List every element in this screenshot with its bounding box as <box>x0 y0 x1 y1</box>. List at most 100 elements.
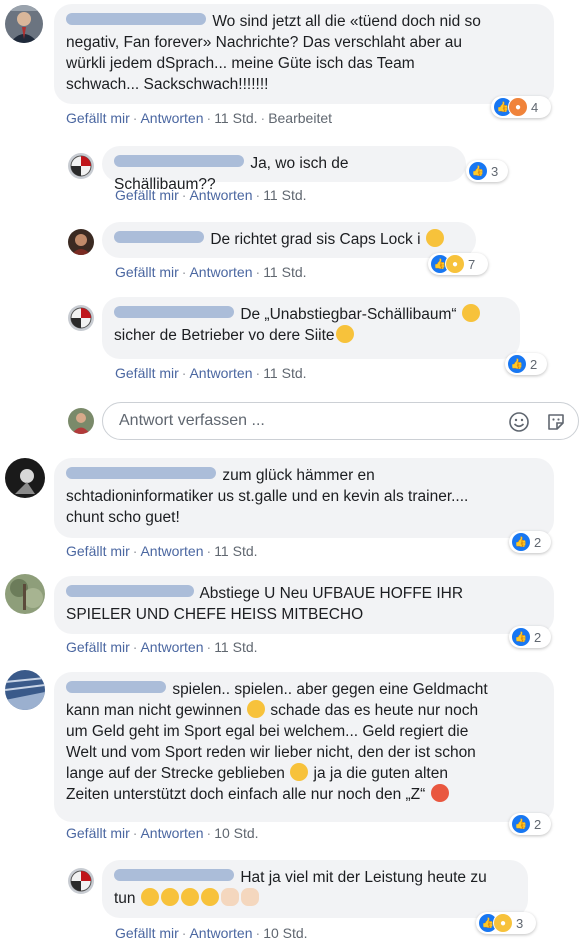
reaction-count: 2 <box>534 816 542 832</box>
like-button[interactable]: Gefällt mir <box>66 825 130 841</box>
reply-button[interactable]: Antworten <box>140 825 203 841</box>
timestamp[interactable]: 10 Std. <box>263 925 307 941</box>
reply-bubble: De „Unabstiegbar-Schällibaum“ sicher de … <box>102 297 520 359</box>
comment-bubble: Wo sind jetzt all die «tüend doch nid so… <box>54 4 554 104</box>
comment-actions: Gefällt mir · Antworten · 11 Std. · Bearbeitet <box>66 110 333 126</box>
comment-text: schtadioninformatiker us st.galle und en… <box>66 488 469 505</box>
grinning-emoji-icon <box>180 888 199 906</box>
author-name[interactable] <box>66 585 194 597</box>
avatar[interactable] <box>5 670 45 710</box>
haha-reaction-icon: ● <box>445 254 465 274</box>
reply-button[interactable]: Antworten <box>189 264 252 280</box>
timestamp[interactable]: 11 Std. <box>263 365 306 381</box>
avatar <box>68 408 94 434</box>
reaction-summary[interactable]: 👍 2 <box>509 626 551 648</box>
avatar[interactable] <box>68 305 94 331</box>
comment-text: tun <box>114 890 136 907</box>
reply-button[interactable]: Antworten <box>189 365 252 381</box>
reaction-count: 2 <box>530 356 538 372</box>
author-name[interactable] <box>114 306 234 318</box>
edited-label[interactable]: Bearbeitet <box>268 110 332 126</box>
clapping-hands-emoji-icon <box>220 888 239 906</box>
haha-reaction-icon: ● <box>493 913 513 933</box>
like-button[interactable]: Gefällt mir <box>66 639 130 655</box>
reaction-count: 4 <box>531 99 539 115</box>
author-name[interactable] <box>114 155 244 167</box>
comment-text: kann man nicht gewinnen <box>66 702 242 719</box>
comment-text: um Geld geht im Sport egal bei welchem..… <box>66 723 469 740</box>
like-button[interactable]: Gefällt mir <box>66 110 130 126</box>
comment-actions: Gefällt mir · Antworten · 10 Std. <box>115 925 308 941</box>
comment-text: würkli jedem dSprach... meine Güte isch … <box>66 55 415 72</box>
crying-laughing-emoji-icon <box>140 888 159 906</box>
reaction-summary[interactable]: 👍 2 <box>505 353 547 375</box>
comment-text: negativ, Fan forever» Nachrichte? Das ve… <box>66 34 463 51</box>
reply-button[interactable]: Antworten <box>189 187 252 203</box>
comment-actions: Gefällt mir · Antworten · 11 Std. <box>115 187 307 203</box>
comment-text: schade das es heute nur noch <box>270 702 479 719</box>
crying-emoji-icon <box>290 763 309 781</box>
timestamp[interactable]: 11 Std. <box>214 110 257 126</box>
angry-emoji-icon <box>430 784 449 802</box>
author-name[interactable] <box>66 467 216 479</box>
reaction-count: 3 <box>516 915 524 931</box>
reaction-count: 2 <box>534 534 542 550</box>
timestamp[interactable]: 11 Std. <box>263 264 306 280</box>
comment-text: spielen.. spielen.. aber gegen eine Geld… <box>172 681 488 698</box>
comment-text: sicher de Betrieber vo dere Siite <box>114 327 335 344</box>
author-name[interactable] <box>114 231 204 243</box>
like-button[interactable]: Gefällt mir <box>66 543 130 559</box>
reply-bubble: De richtet grad sis Caps Lock i <box>102 222 476 258</box>
reaction-summary[interactable]: 👍 2 <box>509 531 551 553</box>
like-reaction-icon: 👍 <box>511 627 531 647</box>
reaction-summary[interactable]: 👍 ● 3 <box>476 912 536 934</box>
reaction-count: 7 <box>468 256 476 272</box>
smiley-emoji-icon <box>425 229 444 247</box>
author-name[interactable] <box>66 13 206 25</box>
timestamp[interactable]: 11 Std. <box>263 187 306 203</box>
like-button[interactable]: Gefällt mir <box>115 365 179 381</box>
reaction-summary[interactable]: 👍 2 <box>509 813 551 835</box>
avatar[interactable] <box>5 5 43 43</box>
like-reaction-icon: 👍 <box>468 161 488 181</box>
like-button[interactable]: Gefällt mir <box>115 925 179 941</box>
comment-text: Hat ja viel mit der Leistung heute zu <box>240 869 487 886</box>
like-button[interactable]: Gefällt mir <box>115 187 179 203</box>
reply-input[interactable] <box>117 411 491 431</box>
timestamp[interactable]: 11 Std. <box>214 639 257 655</box>
reply-bubble: Ja, wo isch de Schällibaum?? <box>102 146 466 193</box>
avatar[interactable] <box>5 458 45 498</box>
timestamp[interactable]: 11 Std. <box>214 543 257 559</box>
reply-button[interactable]: Antworten <box>140 543 203 559</box>
emoji-picker-icon[interactable] <box>508 411 530 433</box>
comment-text: zum glück hämmer en <box>222 467 375 484</box>
author-name[interactable] <box>114 869 234 881</box>
comment-text: lange auf der Strecke geblieben <box>66 765 285 782</box>
comment-actions: Gefällt mir · Antworten · 11 Std. <box>115 264 307 280</box>
avatar[interactable] <box>68 868 94 894</box>
comment-text: Welt und vom Sport reden wir lieber nich… <box>66 744 476 761</box>
reaction-summary[interactable]: 👍 ● 7 <box>428 253 488 275</box>
comment-actions: Gefällt mir · Antworten · 11 Std. <box>66 543 258 559</box>
comment-text: ja ja die guten alten <box>313 765 448 782</box>
reply-button[interactable]: Antworten <box>189 925 252 941</box>
laughing-emoji-icon <box>461 304 480 322</box>
comment-text: De richtet grad sis Caps Lock i <box>210 231 421 248</box>
author-name[interactable] <box>66 681 166 693</box>
sticker-icon[interactable] <box>545 411 567 433</box>
avatar[interactable] <box>5 574 45 614</box>
comment-text: De „Unabstiegbar-Schällibaum“ <box>240 306 457 323</box>
avatar[interactable] <box>68 153 94 179</box>
like-button[interactable]: Gefällt mir <box>115 264 179 280</box>
comment-actions: Gefällt mir · Antworten · 11 Std. <box>66 639 258 655</box>
comment-text: Wo sind jetzt all die «tüend doch nid so <box>212 13 481 30</box>
like-reaction-icon: 👍 <box>511 814 531 834</box>
avatar[interactable] <box>68 229 94 255</box>
reaction-summary[interactable]: 👍 ● 4 <box>491 96 551 118</box>
reaction-summary[interactable]: 👍 3 <box>466 160 508 182</box>
comment-text: SPIELER UND CHEFE HEISS MITBECHO <box>66 606 364 623</box>
comment-text: schwach... Sackschwach!!!!!!! <box>66 76 269 93</box>
timestamp[interactable]: 10 Std. <box>214 825 258 841</box>
reply-button[interactable]: Antworten <box>140 639 203 655</box>
reply-button[interactable]: Antworten <box>140 110 203 126</box>
